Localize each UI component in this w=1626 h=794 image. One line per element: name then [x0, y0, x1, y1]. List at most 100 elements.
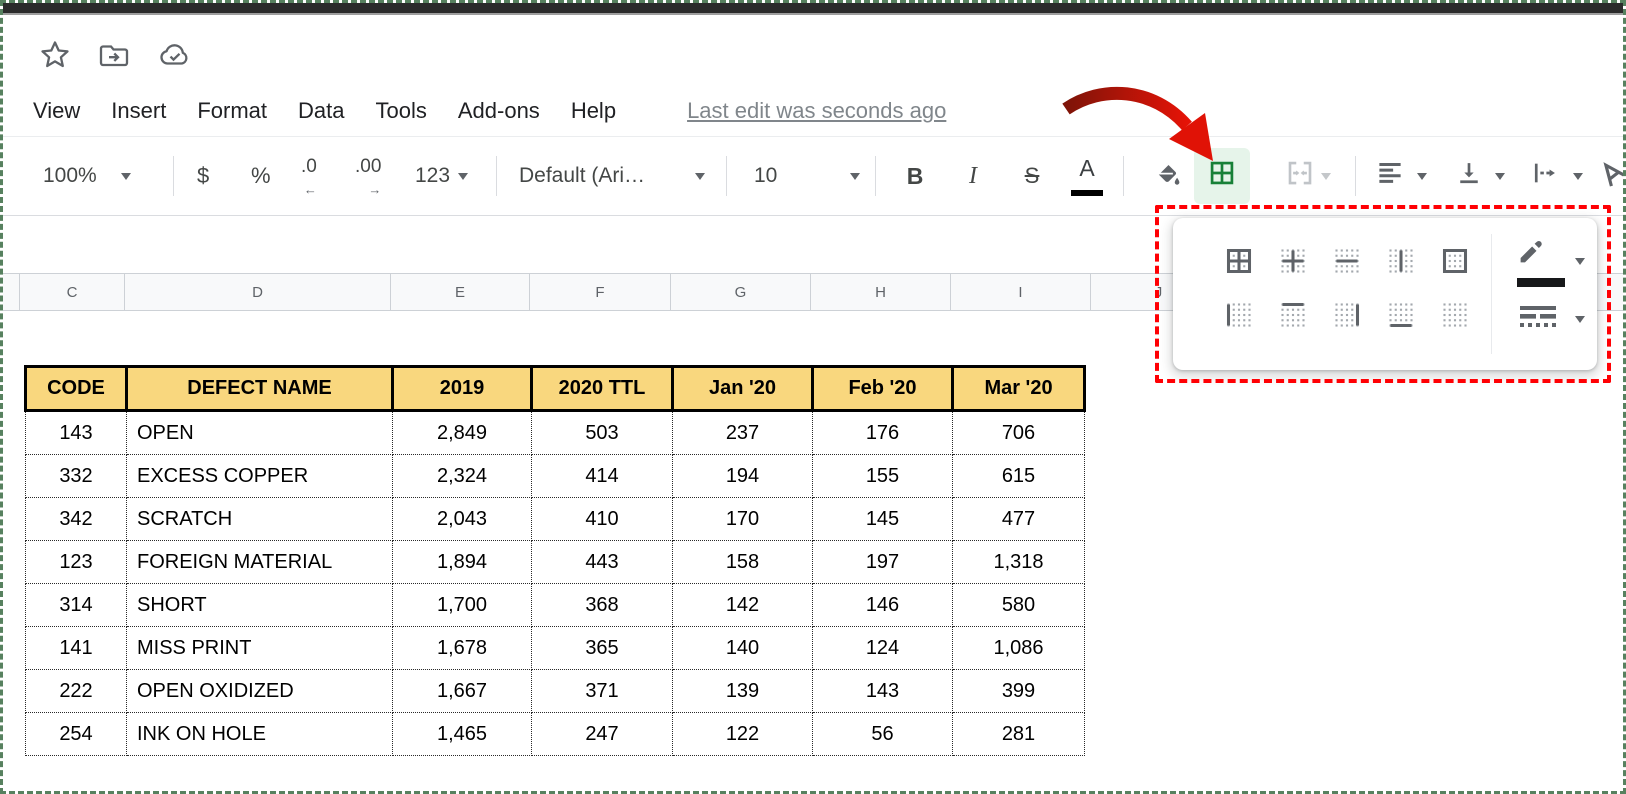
table-header-cell[interactable]: Mar '20 — [953, 367, 1085, 411]
horizontal-align-dropdown[interactable] — [1417, 137, 1427, 215]
table-cell[interactable]: FOREIGN MATERIAL — [127, 541, 393, 584]
table-cell[interactable]: 146 — [813, 584, 953, 627]
table-cell[interactable]: 580 — [953, 584, 1085, 627]
table-header-cell[interactable]: 2020 TTL — [532, 367, 673, 411]
table-cell[interactable]: 197 — [813, 541, 953, 584]
table-cell[interactable]: 123 — [26, 541, 127, 584]
table-cell[interactable]: 410 — [532, 498, 673, 541]
table-cell[interactable]: EXCESS COPPER — [127, 455, 393, 498]
column-header-g[interactable]: G — [671, 274, 811, 310]
table-cell[interactable]: 615 — [953, 455, 1085, 498]
table-cell[interactable]: 143 — [813, 670, 953, 713]
table-cell[interactable]: 145 — [813, 498, 953, 541]
more-formats-button[interactable]: 123 — [415, 137, 468, 215]
table-cell[interactable]: 477 — [953, 498, 1085, 541]
column-header-e[interactable]: E — [391, 274, 530, 310]
menu-item-data[interactable]: Data — [298, 98, 344, 124]
table-cell[interactable]: 503 — [532, 411, 673, 455]
table-cell[interactable]: OPEN OXIDIZED — [127, 670, 393, 713]
column-header-f[interactable]: F — [530, 274, 671, 310]
table-cell[interactable]: 314 — [26, 584, 127, 627]
table-cell[interactable]: SHORT — [127, 584, 393, 627]
table-cell[interactable]: 139 — [673, 670, 813, 713]
table-cell[interactable]: 399 — [953, 670, 1085, 713]
italic-button[interactable]: I — [957, 137, 989, 215]
table-cell[interactable]: 371 — [532, 670, 673, 713]
table-header-cell[interactable]: Feb '20 — [813, 367, 953, 411]
table-cell[interactable]: 247 — [532, 713, 673, 756]
table-cell[interactable]: 414 — [532, 455, 673, 498]
table-cell[interactable]: 342 — [26, 498, 127, 541]
table-cell[interactable]: 142 — [673, 584, 813, 627]
table-header-cell[interactable]: 2019 — [393, 367, 532, 411]
text-rotation-button[interactable] — [1595, 137, 1626, 215]
vertical-align-dropdown[interactable] — [1495, 137, 1505, 215]
bold-button[interactable]: B — [899, 137, 931, 215]
table-cell[interactable]: 237 — [673, 411, 813, 455]
move-to-folder-icon[interactable] — [97, 39, 131, 71]
table-cell[interactable]: 143 — [26, 411, 127, 455]
last-edit-link[interactable]: Last edit was seconds ago — [687, 98, 946, 124]
horizontal-align-button[interactable] — [1371, 137, 1409, 215]
table-header-cell[interactable]: Jan '20 — [673, 367, 813, 411]
table-cell[interactable]: 1,086 — [953, 627, 1085, 670]
table-cell[interactable]: 122 — [673, 713, 813, 756]
column-header-h[interactable]: H — [811, 274, 951, 310]
table-cell[interactable]: 155 — [813, 455, 953, 498]
menu-item-view[interactable]: View — [33, 98, 80, 124]
menu-item-tools[interactable]: Tools — [376, 98, 427, 124]
font-size-select[interactable]: 10 — [748, 137, 860, 215]
cloud-saved-icon[interactable] — [157, 39, 193, 71]
menu-item-insert[interactable]: Insert — [111, 98, 166, 124]
table-cell[interactable]: 1,465 — [393, 713, 532, 756]
column-header-d[interactable]: D — [125, 274, 391, 310]
text-wrap-button[interactable] — [1527, 137, 1563, 215]
table-cell[interactable]: 332 — [26, 455, 127, 498]
table-cell[interactable]: 170 — [673, 498, 813, 541]
column-header-i[interactable]: I — [951, 274, 1091, 310]
table-cell[interactable]: 176 — [813, 411, 953, 455]
column-header-c[interactable]: C — [20, 274, 125, 310]
format-currency-button[interactable]: $ — [197, 137, 209, 215]
menu-item-add-ons[interactable]: Add-ons — [458, 98, 540, 124]
table-cell[interactable]: 254 — [26, 713, 127, 756]
table-cell[interactable]: 1,318 — [953, 541, 1085, 584]
table-cell[interactable]: 194 — [673, 455, 813, 498]
decrease-decimal-button[interactable]: .0← — [301, 137, 317, 215]
table-cell[interactable]: 365 — [532, 627, 673, 670]
table-cell[interactable]: 1,678 — [393, 627, 532, 670]
table-cell[interactable]: 56 — [813, 713, 953, 756]
table-cell[interactable]: 368 — [532, 584, 673, 627]
table-cell[interactable]: 1,667 — [393, 670, 532, 713]
merge-cells-button[interactable] — [1279, 137, 1321, 215]
table-cell[interactable]: 140 — [673, 627, 813, 670]
table-cell[interactable]: 141 — [26, 627, 127, 670]
menu-item-format[interactable]: Format — [197, 98, 267, 124]
table-cell[interactable]: 1,894 — [393, 541, 532, 584]
table-cell[interactable]: 706 — [953, 411, 1085, 455]
table-cell[interactable]: 158 — [673, 541, 813, 584]
table-cell[interactable]: 1,700 — [393, 584, 532, 627]
vertical-align-button[interactable] — [1451, 137, 1487, 215]
table-cell[interactable]: 2,043 — [393, 498, 532, 541]
table-cell[interactable]: INK ON HOLE — [127, 713, 393, 756]
table-cell[interactable]: SCRATCH — [127, 498, 393, 541]
table-cell[interactable]: 281 — [953, 713, 1085, 756]
table-cell[interactable]: 443 — [532, 541, 673, 584]
merge-cells-dropdown[interactable] — [1321, 137, 1331, 215]
table-cell[interactable]: OPEN — [127, 411, 393, 455]
font-select[interactable]: Default (Ari… — [519, 137, 705, 215]
table-header-cell[interactable]: DEFECT NAME — [127, 367, 393, 411]
table-cell[interactable]: 222 — [26, 670, 127, 713]
zoom-select[interactable]: 100% — [43, 137, 131, 215]
table-cell[interactable]: 2,324 — [393, 455, 532, 498]
format-percent-button[interactable]: % — [251, 137, 271, 215]
menu-item-help[interactable]: Help — [571, 98, 616, 124]
table-cell[interactable]: 2,849 — [393, 411, 532, 455]
table-header-cell[interactable]: CODE — [26, 367, 127, 411]
text-wrap-dropdown[interactable] — [1573, 137, 1583, 215]
table-cell[interactable]: 124 — [813, 627, 953, 670]
star-icon[interactable] — [39, 39, 71, 71]
table-cell[interactable]: MISS PRINT — [127, 627, 393, 670]
increase-decimal-button[interactable]: .00→ — [355, 137, 381, 215]
